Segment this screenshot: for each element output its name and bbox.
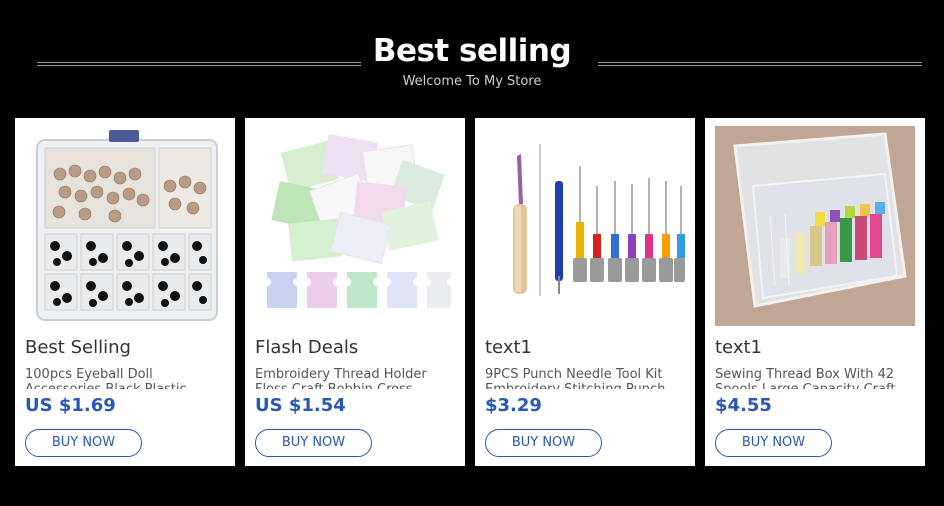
product-tag: text1 <box>715 337 762 358</box>
product-card[interactable]: text1 9PCS Punch Needle Tool Kit Embroid… <box>475 118 695 466</box>
product-image[interactable] <box>485 126 685 326</box>
product-image[interactable] <box>25 126 225 326</box>
header-rule-right <box>598 62 922 66</box>
product-image[interactable] <box>255 126 455 326</box>
section-subtitle: Welcome To My Store <box>402 74 542 89</box>
product-card[interactable]: Flash Deals Embroidery Thread Holder Flo… <box>245 118 465 466</box>
section-header: Best selling Welcome To My Store <box>0 0 944 110</box>
buy-now-button[interactable]: BUY NOW <box>25 429 142 457</box>
product-price: $4.55 <box>715 395 772 416</box>
product-description[interactable]: 100pcs Eyeball Doll Accessories Black Pl… <box>25 367 225 389</box>
product-description[interactable]: Sewing Thread Box With 42 Spools Large C… <box>715 367 915 389</box>
product-price: US $1.54 <box>255 395 346 416</box>
buy-now-button[interactable]: BUY NOW <box>255 429 372 457</box>
buy-now-button[interactable]: BUY NOW <box>715 429 832 457</box>
product-description[interactable]: Embroidery Thread Holder Floss Craft Bob… <box>255 367 455 389</box>
product-tag: Best Selling <box>25 337 131 358</box>
product-tag: Flash Deals <box>255 337 359 358</box>
product-card[interactable]: text1 Sewing Thread Box With 42 Spools L… <box>705 118 925 466</box>
product-price: US $1.69 <box>25 395 116 416</box>
product-price: $3.29 <box>485 395 542 416</box>
product-card[interactable]: Best Selling 100pcs Eyeball Doll Accesso… <box>15 118 235 466</box>
product-tag: text1 <box>485 337 532 358</box>
product-image[interactable] <box>715 126 915 326</box>
buy-now-button[interactable]: BUY NOW <box>485 429 602 457</box>
product-description[interactable]: 9PCS Punch Needle Tool Kit Embroidery St… <box>485 367 685 389</box>
